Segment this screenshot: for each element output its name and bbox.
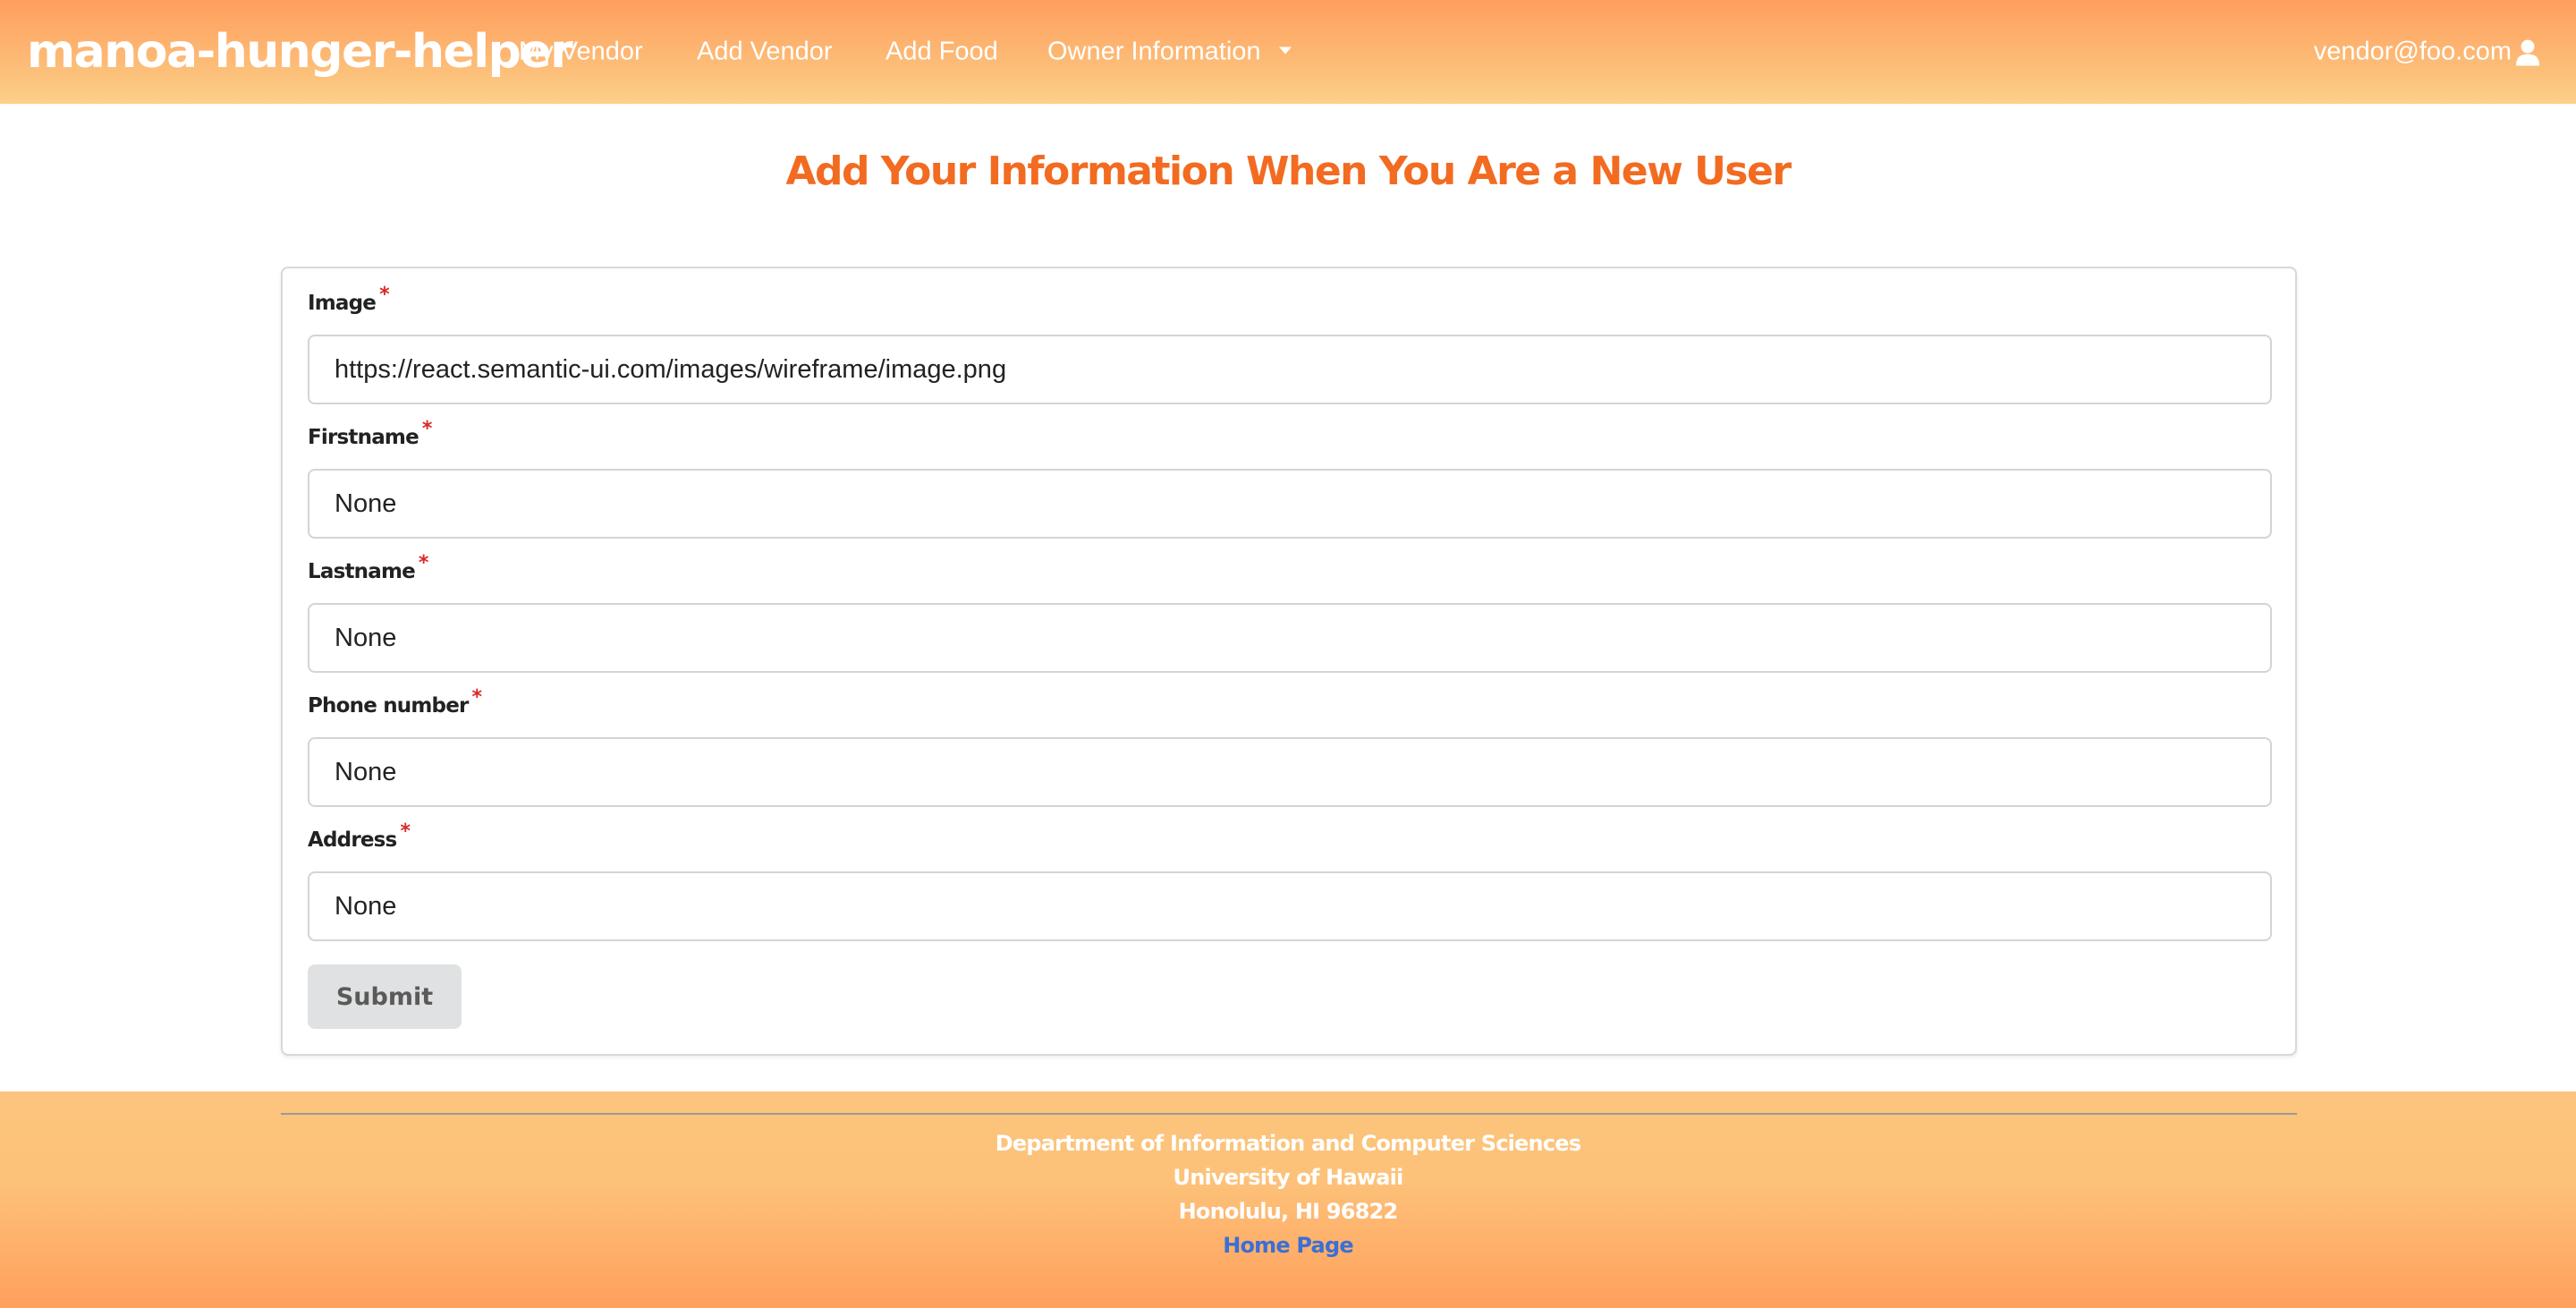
footer: Department of Information and Computer S… — [0, 1091, 2576, 1308]
footer-divider — [281, 1113, 2297, 1115]
required-marker: * — [421, 418, 432, 440]
required-marker: * — [379, 284, 389, 306]
address-input[interactable] — [308, 871, 2272, 941]
nav-add-vendor[interactable]: Add Vendor — [697, 38, 833, 67]
lastname-field-label: Lastname * — [308, 552, 428, 583]
page-title: Add Your Information When You Are a New … — [785, 149, 1792, 194]
nav-my-vendor[interactable]: My Vendor — [519, 38, 643, 67]
brand-logo[interactable]: manoa-hunger-helper — [27, 25, 573, 79]
user-icon — [2515, 38, 2540, 65]
firstname-label-text: Firstname — [308, 426, 419, 449]
home-page-link[interactable]: Home Page — [1223, 1233, 1353, 1258]
address-label-text: Address — [308, 828, 397, 852]
footer-address: Honolulu, HI 96822 — [1178, 1199, 1399, 1224]
image-label-text: Image — [308, 292, 377, 315]
phone-number-field-label: Phone number * — [308, 686, 482, 718]
nav-owner-information-dropdown[interactable]: Owner Information — [1047, 38, 1292, 67]
caret-down-icon — [1278, 47, 1292, 55]
required-marker: * — [400, 820, 411, 843]
nav-add-food[interactable]: Add Food — [886, 38, 998, 67]
user-menu[interactable]: vendor@foo.com — [2314, 38, 2540, 67]
firstname-field-label: Firstname * — [308, 418, 432, 449]
image-field-label: Image * — [308, 284, 390, 315]
lastname-input[interactable] — [308, 603, 2272, 673]
nav-owner-information-label: Owner Information — [1047, 37, 1261, 66]
add-information-form: Image* Firstname* Lastname* Phone number… — [281, 267, 2297, 1056]
address-field-label: Address * — [308, 820, 411, 852]
image-input[interactable] — [308, 335, 2272, 404]
required-marker: * — [471, 686, 482, 709]
top-navbar: manoa-hunger-helper My Vendor Add Vendor… — [0, 0, 2576, 104]
lastname-label-text: Lastname — [308, 560, 416, 583]
footer-university: University of Hawaii — [1173, 1165, 1404, 1190]
footer-home-link-row: Home Page — [0, 1233, 2576, 1258]
phone-number-input[interactable] — [308, 737, 2272, 807]
submit-button[interactable]: Submit — [308, 964, 462, 1029]
firstname-input[interactable] — [308, 469, 2272, 539]
required-marker: * — [418, 552, 428, 574]
footer-department: Department of Information and Computer S… — [995, 1131, 1581, 1156]
phone-number-label-text: Phone number — [308, 694, 469, 718]
user-email: vendor@foo.com — [2313, 37, 2512, 66]
